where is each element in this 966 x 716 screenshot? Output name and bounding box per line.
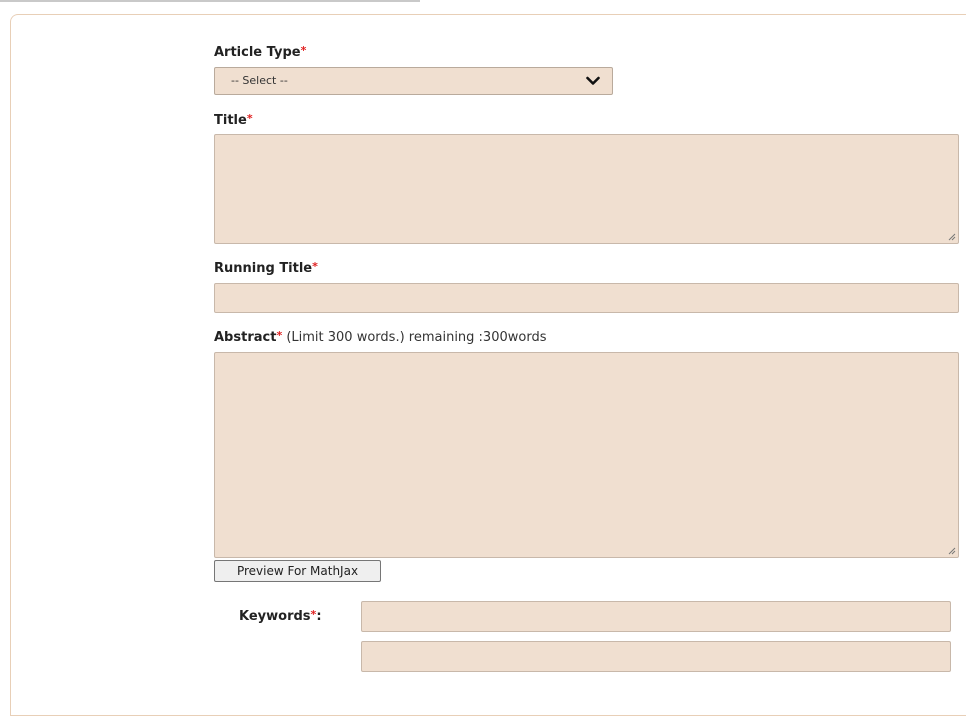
abstract-textarea[interactable]	[214, 352, 959, 558]
resize-handle-icon[interactable]	[947, 232, 956, 241]
required-mark: *	[300, 44, 307, 57]
article-type-label: Article Type*	[214, 44, 307, 60]
abstract-label-text: Abstract	[214, 330, 277, 345]
required-mark: *	[276, 329, 283, 342]
keywords-label: Keywords*:	[239, 608, 322, 624]
required-mark: *	[312, 260, 318, 273]
required-mark: *	[310, 608, 317, 621]
keywords-label-suffix: :	[316, 609, 322, 624]
abstract-word-limit-note: (Limit 300 words.) remaining :300words	[282, 330, 547, 345]
title-label: Title*	[214, 112, 253, 128]
preview-mathjax-button[interactable]: Preview For MathJax	[214, 560, 381, 582]
required-mark: *	[246, 112, 253, 125]
abstract-label: Abstract* (Limit 300 words.) remaining :…	[214, 329, 547, 345]
title-label-text: Title	[214, 113, 247, 128]
title-textarea[interactable]	[214, 134, 959, 244]
running-title-label: Running Title*	[214, 260, 318, 276]
top-breadcrumb-strip	[0, 0, 420, 4]
article-type-label-text: Article Type	[214, 45, 301, 60]
article-type-selected-value: -- Select --	[231, 74, 288, 87]
running-title-label-text: Running Title	[214, 261, 313, 276]
resize-handle-icon[interactable]	[947, 546, 956, 555]
keywords-label-text: Keywords	[239, 609, 311, 624]
keyword-input-1[interactable]	[361, 601, 951, 632]
article-type-select[interactable]: -- Select --	[214, 67, 613, 95]
chevron-down-icon	[586, 76, 600, 85]
running-title-input[interactable]	[214, 283, 959, 313]
keyword-input-2[interactable]	[361, 641, 951, 672]
